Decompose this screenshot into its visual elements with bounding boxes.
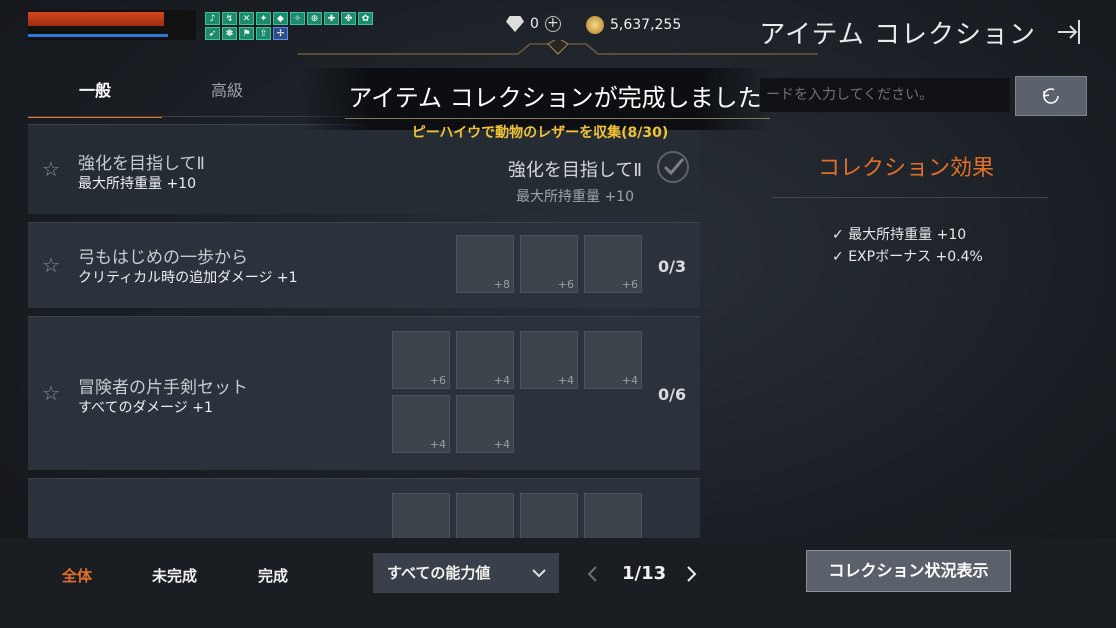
buff-icon: ✿ [358,12,373,25]
buff-icon: ✦ [256,12,271,25]
filter-incomplete[interactable]: 未完成 [152,565,197,586]
effects-title: コレクション効果 [818,156,995,181]
tab-advanced[interactable]: 高級 [162,80,292,116]
collection-status-button[interactable]: コレクション状況表示 [806,550,1011,592]
buff-icon: ◆ [273,12,288,25]
gold-amount: 5,637,255 [610,17,682,33]
refresh-button[interactable] [1015,76,1087,116]
gloves-icon[interactable]: +4 [520,331,578,389]
enchant-level: +6 [429,374,446,387]
bow-icon[interactable]: +8 [456,235,514,293]
buff-icon: ✢ [273,27,288,40]
collection-desc: すべてのダメージ +1 [78,400,213,416]
boots-icon[interactable]: +4 [584,331,642,389]
page-indicator: 1/13 [622,563,667,584]
collection-desc: クリティカル時の追加ダメージ +1 [78,270,298,286]
armor-icon[interactable]: +6 [520,235,578,293]
star-icon[interactable]: ☆ [42,253,60,277]
collection-name: 弓もはじめの一歩から [78,248,248,268]
enchant-level: +4 [621,374,638,387]
enchant-level: +8 [493,278,510,291]
hp-fill [28,12,164,26]
buff-icon: ✚ [324,12,339,25]
tab-general[interactable]: 一般 [28,80,162,118]
effect-text: EXPボーナス +0.4% [848,249,983,265]
effect-item: ✓ 最大所持重量 +10 [832,227,967,243]
collection-name: 冒険者の片手剣セット [78,378,248,398]
completed-desc: 最大所持重量 +10 [516,189,634,205]
diamond-icon [506,16,524,32]
gem-count: 0 [530,16,539,32]
refresh-icon [1043,88,1059,104]
enchant-level: +6 [621,278,638,291]
helmet-icon[interactable]: +4 [392,395,450,453]
mp-line [28,34,168,37]
chevron-down-icon [532,569,546,578]
gem-currency: 0 + [506,16,561,32]
filter-all[interactable]: 全体 [62,565,92,586]
effects-divider [772,197,1048,198]
effect-item: ✓ EXPボーナス +0.4% [832,249,983,265]
dropdown-value: すべての能力値 [387,564,491,582]
header-ornament [298,40,818,55]
buff-icon: ♪ [205,12,220,25]
enchant-level: +4 [557,374,574,387]
gold-currency: 5,637,255 [586,16,681,34]
buff-list: ♪ ↯ ✕ ✦ ◆ ✧ ⊕ ✚ ✤ ✿ ➹ ✽ ⚑ ⇧ ✢ [205,12,387,40]
buff-icon: ⇧ [256,27,271,40]
filter-complete[interactable]: 完成 [258,565,288,586]
star-icon[interactable]: ☆ [42,157,60,181]
buff-icon: ⚑ [239,27,254,40]
next-page-icon[interactable] [684,564,698,584]
progress-count: 0/3 [658,257,687,276]
banner-subtitle: ピーハイウで動物のレザーを収集(8/30) [411,125,669,141]
buff-icon: ↯ [222,12,237,25]
buff-icon: ➹ [205,27,220,40]
star-icon[interactable]: ☆ [42,381,60,405]
enchant-level: +6 [557,278,574,291]
check-icon [657,151,689,183]
add-gem-button[interactable]: + [544,16,561,32]
enchant-level: +4 [493,438,510,451]
collection-row[interactable]: ☆ 冒険者の片手剣セット すべてのダメージ +1 +6 +4 +4 +4 +4 … [28,316,700,470]
stat-filter-dropdown[interactable]: すべての能力値 [373,553,559,593]
progress-count: 0/6 [658,385,687,404]
effect-text: 最大所持重量 +10 [848,227,967,243]
collection-row[interactable]: ☆ 弓もはじめの一歩から クリティカル時の追加ダメージ +1 +8 +6 +6 … [28,222,700,308]
collection-desc: 最大所持重量 +10 [78,176,196,192]
armor-icon[interactable]: +4 [456,331,514,389]
cloak-icon[interactable]: +4 [456,395,514,453]
buff-icon: ✕ [239,12,254,25]
collection-row[interactable] [28,478,700,551]
buff-icon: ✧ [290,12,305,25]
enchant-level: +4 [429,438,446,451]
prev-page-icon[interactable] [586,564,600,584]
buff-icon: ⊕ [307,12,322,25]
collection-name: 強化を目指してⅡ [78,154,205,174]
enchant-level: +4 [493,374,510,387]
buff-icon: ✤ [341,12,356,25]
banner-title: アイテム コレクションが完成しました [348,84,762,112]
coin-icon [586,16,604,34]
boots-icon[interactable]: +6 [584,235,642,293]
banner-divider [345,118,770,119]
buff-icon: ✽ [222,27,237,40]
crossbow-icon[interactable]: +6 [392,331,450,389]
exit-icon[interactable] [1054,16,1086,48]
hp-bar [28,10,196,40]
